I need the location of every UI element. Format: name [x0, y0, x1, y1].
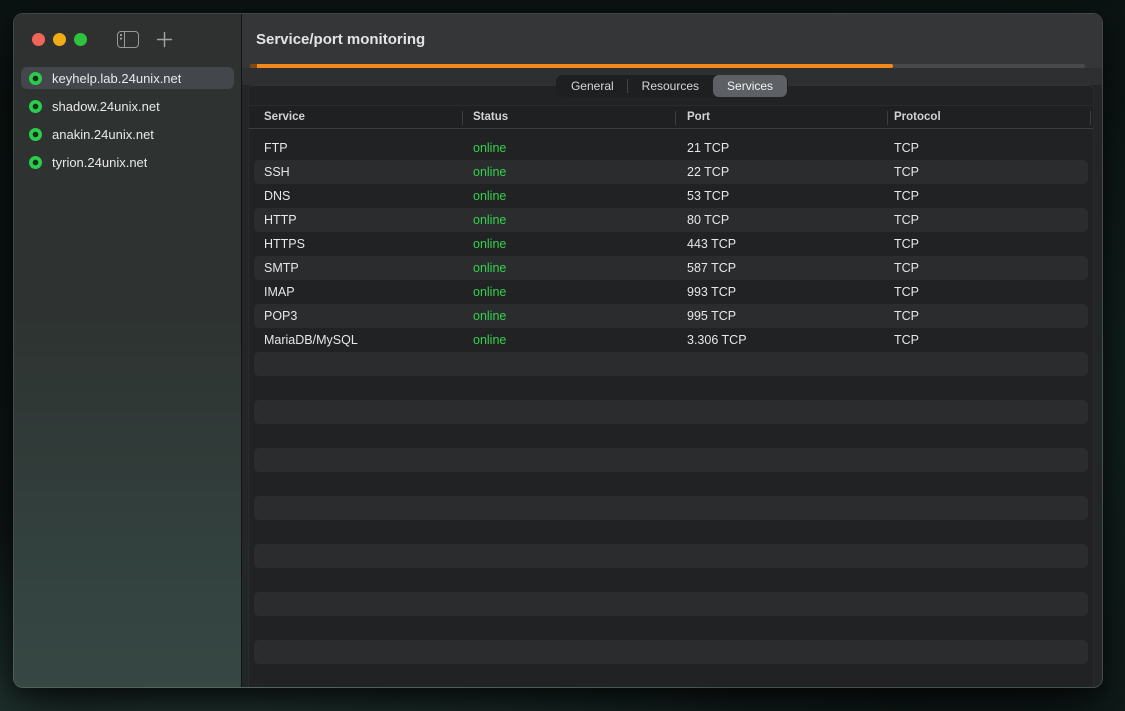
cell-protocol: TCP	[887, 141, 1093, 155]
sidebar-item-server[interactable]: shadow.24unix.net	[21, 95, 234, 117]
cell-port: 21 TCP	[675, 141, 887, 155]
table-row-empty[interactable]	[249, 544, 1093, 568]
server-status-icon	[29, 72, 42, 85]
sidebar-item-server[interactable]: anakin.24unix.net	[21, 123, 234, 145]
table-header: ServiceStatusPortProtocol	[249, 105, 1093, 129]
table-row-empty[interactable]	[249, 448, 1093, 472]
table-row[interactable]: HTTPonline80 TCPTCP	[249, 208, 1093, 232]
tab-resources[interactable]: Resources	[628, 75, 713, 97]
table-row-empty[interactable]	[249, 592, 1093, 616]
toggle-sidebar-icon[interactable]	[117, 31, 139, 48]
table-row-empty[interactable]	[249, 352, 1093, 376]
cell-port: 443 TCP	[675, 237, 887, 251]
cell-status: online	[462, 285, 675, 299]
cell-service: MariaDB/MySQL	[249, 333, 462, 347]
cell-port: 3.306 TCP	[675, 333, 887, 347]
table-row-empty[interactable]	[249, 520, 1093, 544]
cell-protocol: TCP	[887, 237, 1093, 251]
table-row[interactable]: IMAPonline993 TCPTCP	[249, 280, 1093, 304]
table-row-empty[interactable]	[249, 472, 1093, 496]
cell-port: 587 TCP	[675, 261, 887, 275]
cell-status: online	[462, 141, 675, 155]
column-header-status[interactable]: Status	[462, 111, 675, 123]
table-row-empty[interactable]	[249, 640, 1093, 664]
table-row-empty[interactable]	[249, 616, 1093, 640]
cell-service: SMTP	[249, 261, 462, 275]
server-label: tyrion.24unix.net	[52, 155, 147, 170]
table-row-empty[interactable]	[249, 568, 1093, 592]
sidebar-item-server[interactable]: tyrion.24unix.net	[21, 151, 234, 173]
server-label: keyhelp.lab.24unix.net	[52, 71, 181, 86]
sidebar-item-server[interactable]: keyhelp.lab.24unix.net	[21, 67, 234, 89]
cell-service: POP3	[249, 309, 462, 323]
titlebar: Service/port monitoring	[242, 14, 1102, 64]
cell-service: IMAP	[249, 285, 462, 299]
table-row-empty[interactable]	[249, 496, 1093, 520]
column-header-protocol[interactable]: Protocol	[887, 111, 1093, 123]
server-status-icon	[29, 100, 42, 113]
cell-protocol: TCP	[887, 213, 1093, 227]
cell-service: HTTPS	[249, 237, 462, 251]
zoom-button[interactable]	[74, 33, 87, 46]
app-window: keyhelp.lab.24unix.net shadow.24unix.net a…	[13, 13, 1103, 688]
cell-protocol: TCP	[887, 165, 1093, 179]
cell-service: DNS	[249, 189, 462, 203]
cell-status: online	[462, 165, 675, 179]
cell-port: 22 TCP	[675, 165, 887, 179]
table-row[interactable]: SMTPonline587 TCPTCP	[249, 256, 1093, 280]
services-panel: ServiceStatusPortProtocol FTPonline21 TC…	[248, 85, 1094, 687]
table-row-empty[interactable]	[249, 376, 1093, 400]
cell-protocol: TCP	[887, 333, 1093, 347]
cell-status: online	[462, 189, 675, 203]
sidebar-toolbar	[14, 14, 241, 64]
server-label: anakin.24unix.net	[52, 127, 154, 142]
table-rows: FTPonline21 TCPTCPSSHonline22 TCPTCPDNSo…	[249, 136, 1093, 664]
server-label: shadow.24unix.net	[52, 99, 160, 114]
sidebar: keyhelp.lab.24unix.net shadow.24unix.net a…	[14, 14, 241, 687]
table-row-empty[interactable]	[249, 424, 1093, 448]
add-server-icon[interactable]	[156, 31, 173, 48]
table-row[interactable]: POP3online995 TCPTCP	[249, 304, 1093, 328]
table-row[interactable]: FTPonline21 TCPTCP	[249, 136, 1093, 160]
server-status-icon	[29, 156, 42, 169]
table-row[interactable]: DNSonline53 TCPTCP	[249, 184, 1093, 208]
cell-service: FTP	[249, 141, 462, 155]
column-header-port[interactable]: Port	[675, 111, 887, 123]
close-button[interactable]	[32, 33, 45, 46]
table-row[interactable]: HTTPSonline443 TCPTCP	[249, 232, 1093, 256]
tab-services[interactable]: Services	[713, 75, 787, 97]
cell-protocol: TCP	[887, 285, 1093, 299]
cell-service: SSH	[249, 165, 462, 179]
cell-port: 80 TCP	[675, 213, 887, 227]
minimize-button[interactable]	[53, 33, 66, 46]
tab-view-body: GeneralResourcesServices ServiceStatusPo…	[242, 68, 1102, 687]
table-row-empty[interactable]	[249, 400, 1093, 424]
cell-port: 993 TCP	[675, 285, 887, 299]
server-status-icon	[29, 128, 42, 141]
cell-status: online	[462, 261, 675, 275]
cell-status: online	[462, 237, 675, 251]
server-list: keyhelp.lab.24unix.net shadow.24unix.net a…	[14, 67, 241, 179]
cell-protocol: TCP	[887, 309, 1093, 323]
page-title: Service/port monitoring	[256, 31, 425, 48]
tab-general[interactable]: General	[557, 75, 628, 97]
cell-service: HTTP	[249, 213, 462, 227]
content-area: Service/port monitoring GeneralResources…	[242, 14, 1102, 687]
cell-status: online	[462, 309, 675, 323]
column-header-service[interactable]: Service	[249, 111, 462, 123]
cell-protocol: TCP	[887, 261, 1093, 275]
cell-status: online	[462, 333, 675, 347]
cell-status: online	[462, 213, 675, 227]
cell-protocol: TCP	[887, 189, 1093, 203]
cell-port: 995 TCP	[675, 309, 887, 323]
tab-bar: GeneralResourcesServices	[556, 75, 788, 97]
table-row[interactable]: SSHonline22 TCPTCP	[249, 160, 1093, 184]
table-row[interactable]: MariaDB/MySQLonline3.306 TCPTCP	[249, 328, 1093, 352]
cell-port: 53 TCP	[675, 189, 887, 203]
